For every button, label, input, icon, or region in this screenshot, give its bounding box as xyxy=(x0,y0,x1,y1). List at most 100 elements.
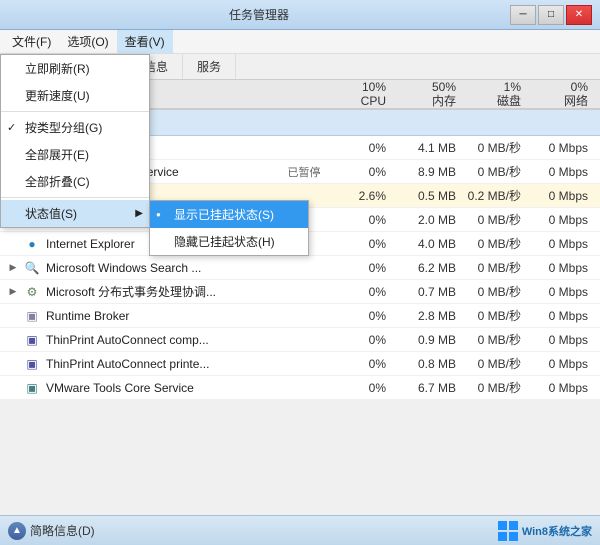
col-header-mem[interactable]: 50% 内存 xyxy=(394,80,464,109)
checkmark-group: ✓ xyxy=(7,121,16,134)
dropdown-item-refresh[interactable]: 立即刷新(R) xyxy=(1,55,149,82)
process-cpu: 0% xyxy=(334,237,394,251)
process-icon: ⚙ xyxy=(24,284,40,300)
title-bar: 任务管理器 ─ □ ✕ xyxy=(0,0,600,30)
process-net: 0 Mbps xyxy=(529,237,594,251)
process-name: ThinPrint AutoConnect comp... xyxy=(46,333,274,347)
dropdown-container: 立即刷新(R) 更新速度(U) ✓ 按类型分组(G) 全部展开(E) 全部折叠(… xyxy=(0,54,150,228)
process-net: 0 Mbps xyxy=(529,309,594,323)
dropdown-divider-1 xyxy=(1,111,149,112)
process-row[interactable]: ▶🔍Microsoft Windows Search ...0%6.2 MB0 … xyxy=(0,256,600,280)
minimize-button[interactable]: ─ xyxy=(510,5,536,25)
process-row[interactable]: ▣VMware Tools Core Service0%6.7 MB0 MB/秒… xyxy=(0,376,600,400)
dropdown-divider-2 xyxy=(1,197,149,198)
win8-site-name: Win8系统之家 xyxy=(522,523,592,539)
dropdown-item-expand[interactable]: 全部展开(E) xyxy=(1,141,149,168)
menu-options[interactable]: 选项(O) xyxy=(59,30,116,53)
close-button[interactable]: ✕ xyxy=(566,5,592,25)
bullet-show-icon: ● xyxy=(156,210,161,219)
process-row[interactable]: ▣Runtime Broker0%2.8 MB0 MB/秒0 Mbps xyxy=(0,304,600,328)
process-mem: 8.9 MB xyxy=(394,165,464,179)
process-disk: 0.2 MB/秒 xyxy=(464,187,529,204)
process-cpu: 0% xyxy=(334,357,394,371)
process-disk: 0 MB/秒 xyxy=(464,235,529,252)
dropdown-label-expand: 全部展开(E) xyxy=(25,146,89,163)
col-cpu-top: 10% xyxy=(334,80,386,94)
process-name: Runtime Broker xyxy=(46,309,274,323)
col-cpu-bot: CPU xyxy=(334,94,386,108)
tab-services[interactable]: 服务 xyxy=(183,54,236,79)
maximize-button[interactable]: □ xyxy=(538,5,564,25)
col-header-net[interactable]: 0% 网络 xyxy=(529,80,594,109)
process-name: Microsoft Windows Search ... xyxy=(46,261,274,275)
process-cpu: 0% xyxy=(334,333,394,347)
dropdown-label-status: 状态值(S) xyxy=(25,205,77,222)
expand-icon[interactable]: ▶ xyxy=(6,285,20,299)
process-cpu: 0% xyxy=(334,381,394,395)
process-row[interactable]: ▣ThinPrint AutoConnect printe...0%0.8 MB… xyxy=(0,352,600,376)
process-icon: 🔍 xyxy=(24,260,40,276)
process-net: 0 Mbps xyxy=(529,333,594,347)
col-disk-top: 1% xyxy=(464,80,521,94)
dropdown-item-collapse[interactable]: 全部折叠(C) xyxy=(1,168,149,195)
col-mem-bot: 内存 xyxy=(394,94,456,108)
dropdown-item-status[interactable]: 状态值(S) ▶ ● 显示已挂起状态(S) 隐藏已挂起状态(H) xyxy=(1,200,149,227)
dropdown-item-group[interactable]: ✓ 按类型分组(G) xyxy=(1,114,149,141)
process-disk: 0 MB/秒 xyxy=(464,379,529,396)
col-net-top: 0% xyxy=(529,80,588,94)
col-header-disk[interactable]: 1% 磁盘 xyxy=(464,80,529,109)
process-cpu: 0% xyxy=(334,141,394,155)
process-disk: 0 MB/秒 xyxy=(464,211,529,228)
process-cpu: 2.6% xyxy=(334,189,394,203)
expand-icon xyxy=(6,309,20,323)
process-icon: ▣ xyxy=(24,356,40,372)
process-icon: ▣ xyxy=(24,380,40,396)
expand-icon xyxy=(6,237,20,251)
expand-icon[interactable]: ▶ xyxy=(6,261,20,275)
process-mem: 2.0 MB xyxy=(394,213,464,227)
status-info-icon[interactable]: ▲ xyxy=(8,522,26,540)
process-cpu: 0% xyxy=(334,261,394,275)
process-cpu: 0% xyxy=(334,285,394,299)
process-mem: 0.5 MB xyxy=(394,189,464,203)
process-row[interactable]: ▶⚙Microsoft 分布式事务处理协调...0%0.7 MB0 MB/秒0 … xyxy=(0,280,600,304)
process-mem: 6.2 MB xyxy=(394,261,464,275)
process-mem: 0.7 MB xyxy=(394,285,464,299)
process-disk: 0 MB/秒 xyxy=(464,307,529,324)
process-net: 0 Mbps xyxy=(529,357,594,371)
menu-view[interactable]: 查看(V) xyxy=(117,30,173,53)
win8-cell-2 xyxy=(509,521,518,530)
process-icon: ▣ xyxy=(24,332,40,348)
process-row[interactable]: ▣ThinPrint AutoConnect comp...0%0.9 MB0 … xyxy=(0,328,600,352)
process-icon: ● xyxy=(24,236,40,252)
col-header-cpu[interactable]: 10% CPU xyxy=(334,80,394,109)
expand-icon xyxy=(6,357,20,371)
menu-file[interactable]: 文件(F) xyxy=(4,30,59,53)
dropdown-label-collapse: 全部折叠(C) xyxy=(25,173,90,190)
process-net: 0 Mbps xyxy=(529,381,594,395)
process-disk: 0 MB/秒 xyxy=(464,139,529,156)
status-brief-label[interactable]: 简略信息(D) xyxy=(30,522,95,539)
process-net: 0 Mbps xyxy=(529,285,594,299)
process-disk: 0 MB/秒 xyxy=(464,355,529,372)
process-name: ThinPrint AutoConnect printe... xyxy=(46,357,274,371)
process-name: Microsoft 分布式事务处理协调... xyxy=(46,283,274,300)
process-net: 0 Mbps xyxy=(529,189,594,203)
status-bar: ▲ 简略信息(D) Win8系统之家 xyxy=(0,515,600,545)
submenu-label-show: 显示已挂起状态(S) xyxy=(174,206,274,223)
submenu-label-hide: 隐藏已挂起状态(H) xyxy=(174,233,275,250)
expand-icon xyxy=(6,333,20,347)
process-disk: 0 MB/秒 xyxy=(464,331,529,348)
win8-cell-1 xyxy=(498,521,507,530)
dropdown-item-speed[interactable]: 更新速度(U) xyxy=(1,82,149,109)
process-mem: 4.0 MB xyxy=(394,237,464,251)
process-net: 0 Mbps xyxy=(529,213,594,227)
process-icon: ▣ xyxy=(24,308,40,324)
process-mem: 4.1 MB xyxy=(394,141,464,155)
process-net: 0 Mbps xyxy=(529,165,594,179)
win8-cell-4 xyxy=(509,532,518,541)
dropdown-label-refresh: 立即刷新(R) xyxy=(25,60,90,77)
submenu-item-hide[interactable]: 隐藏已挂起状态(H) xyxy=(150,228,308,255)
submenu-item-show[interactable]: ● 显示已挂起状态(S) xyxy=(150,201,308,228)
win8-logo: Win8系统之家 xyxy=(498,521,592,541)
